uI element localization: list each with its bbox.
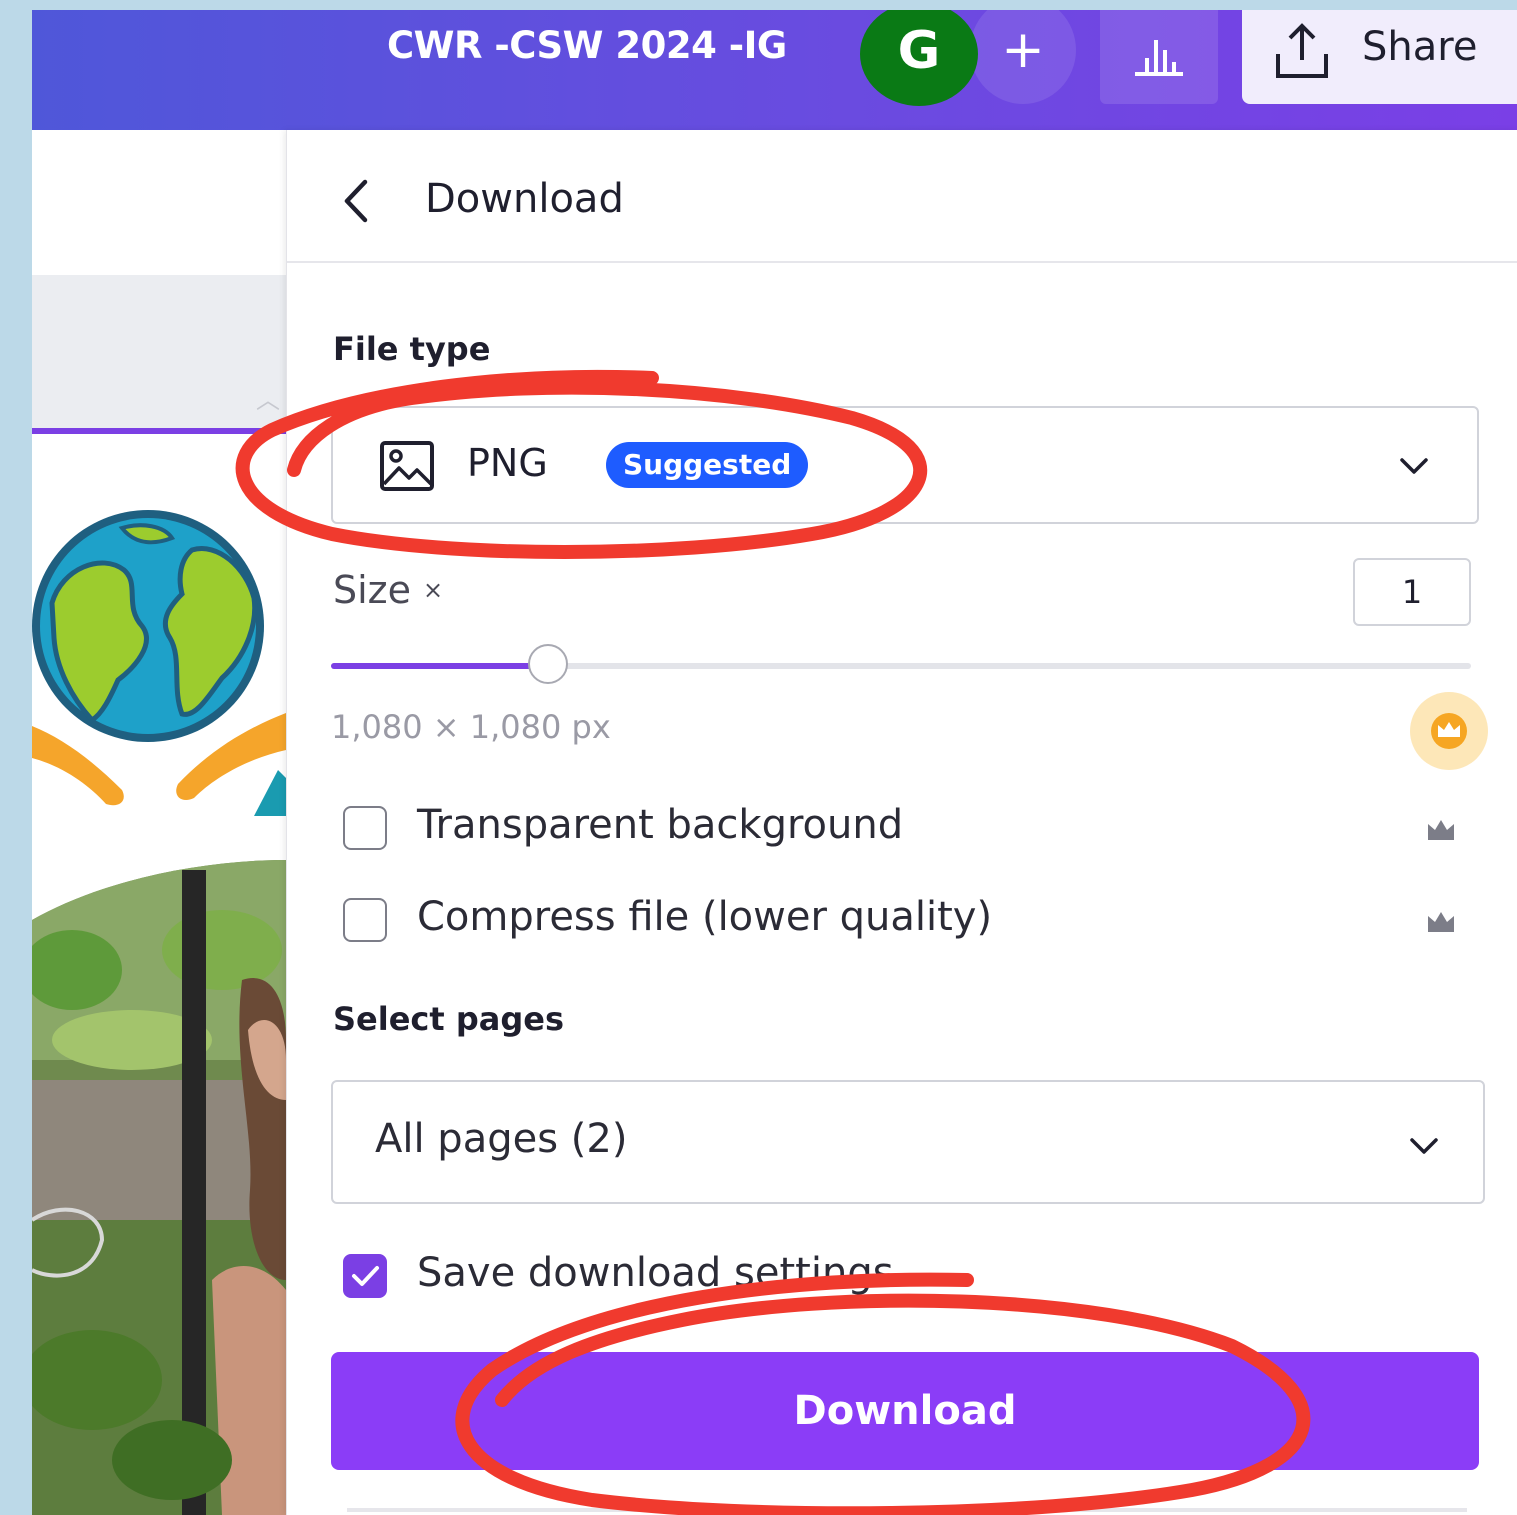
transparent-background-checkbox[interactable] bbox=[343, 806, 387, 850]
crown-icon bbox=[1428, 820, 1454, 840]
chevron-left-icon[interactable] bbox=[337, 176, 377, 226]
crown-icon bbox=[1431, 713, 1467, 749]
download-panel: Download File type PNG Suggested Size × … bbox=[286, 130, 1517, 1515]
bar-chart-icon bbox=[1135, 40, 1183, 76]
download-button[interactable]: Download bbox=[331, 1352, 1479, 1470]
file-type-label: File type bbox=[333, 330, 491, 368]
size-multiplier-symbol: × bbox=[423, 576, 444, 604]
suggested-badge: Suggested bbox=[606, 442, 809, 488]
design-canvas[interactable]: ︿ bbox=[32, 130, 286, 1515]
select-pages-dropdown[interactable]: All pages (2) bbox=[331, 1080, 1485, 1204]
canva-editor: CWR -CSW 2024 -IG + G Share ︿ Download F… bbox=[32, 10, 1517, 1515]
document-title[interactable]: CWR -CSW 2024 -IG bbox=[387, 24, 787, 67]
compress-file-option[interactable]: Compress file (lower quality) bbox=[343, 892, 1483, 952]
page-selection-outline bbox=[32, 428, 286, 434]
size-slider-fill bbox=[331, 663, 548, 669]
garden-photo bbox=[32, 860, 286, 1515]
avatar[interactable]: G bbox=[860, 10, 978, 106]
panel-title: Download bbox=[425, 176, 624, 222]
save-download-settings-option[interactable]: Save download settings bbox=[343, 1248, 1483, 1308]
share-button[interactable]: Share bbox=[1242, 10, 1517, 104]
add-collaborator-button[interactable]: + bbox=[970, 10, 1076, 104]
size-slider-thumb[interactable] bbox=[527, 644, 568, 684]
size-label: Size bbox=[333, 568, 412, 612]
panel-header: Download bbox=[287, 130, 1517, 263]
share-label: Share bbox=[1362, 24, 1478, 70]
crown-icon bbox=[1428, 912, 1454, 932]
transparent-background-option[interactable]: Transparent background bbox=[343, 800, 1483, 860]
size-slider[interactable] bbox=[331, 644, 1471, 684]
compress-file-label: Compress file (lower quality) bbox=[417, 894, 993, 940]
save-download-settings-checkbox[interactable] bbox=[343, 1254, 387, 1298]
chevron-down-icon bbox=[1410, 1138, 1438, 1154]
compress-file-checkbox[interactable] bbox=[343, 898, 387, 942]
save-download-settings-label: Save download settings bbox=[417, 1250, 894, 1296]
panel-divider bbox=[347, 1508, 1467, 1512]
size-input[interactable]: 1 bbox=[1353, 558, 1471, 626]
globe-hands-logo bbox=[32, 510, 286, 816]
checkmark-icon bbox=[352, 1266, 379, 1286]
upload-icon bbox=[1276, 23, 1328, 78]
dimensions-readout: 1,080 × 1,080 px bbox=[331, 708, 611, 746]
chevron-down-icon bbox=[1400, 458, 1428, 474]
image-icon bbox=[380, 441, 434, 491]
transparent-background-label: Transparent background bbox=[417, 802, 904, 848]
chevron-up-icon[interactable]: ︿ bbox=[256, 380, 280, 415]
page-header-strip bbox=[32, 275, 286, 428]
file-type-select[interactable]: PNG Suggested bbox=[331, 406, 1479, 524]
pro-crown-badge[interactable] bbox=[1410, 692, 1488, 770]
file-type-value: PNG bbox=[467, 441, 548, 485]
select-pages-value: All pages (2) bbox=[375, 1116, 628, 1162]
top-bar: CWR -CSW 2024 -IG + G Share bbox=[32, 10, 1517, 130]
select-pages-label: Select pages bbox=[333, 1000, 564, 1038]
insights-button[interactable] bbox=[1100, 10, 1218, 104]
